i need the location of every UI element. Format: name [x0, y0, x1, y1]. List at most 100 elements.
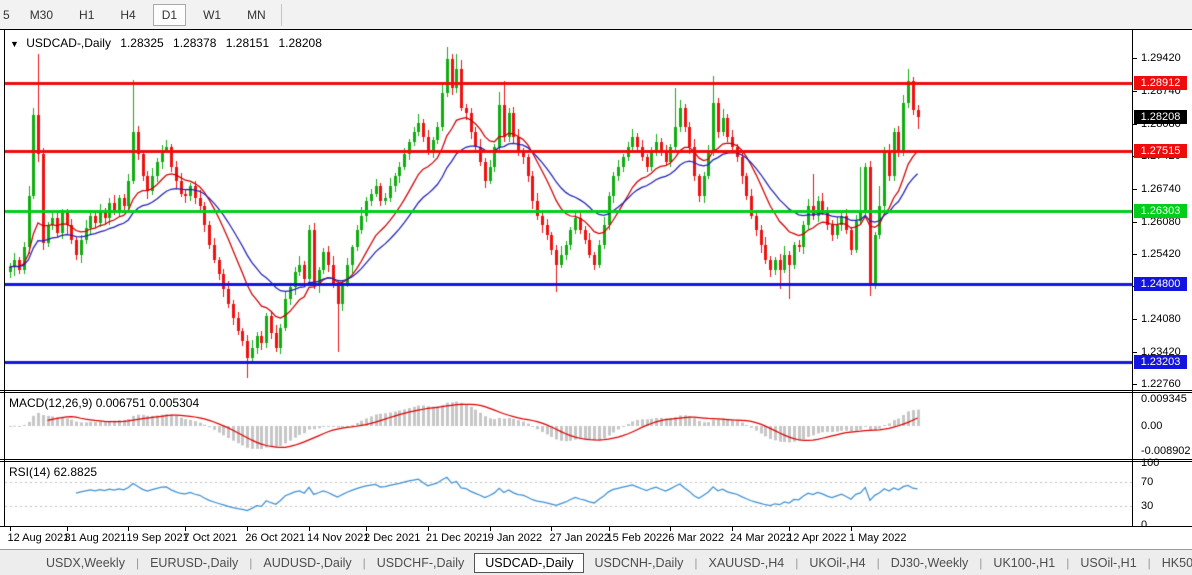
timeframe-toolbar: 5 M30 H1 H4 D1 W1 MN — [0, 0, 1192, 29]
chart-tab-dj30[interactable]: DJ30-,Weekly — [881, 553, 979, 573]
date-tick-label: 9 Jan 2022 — [488, 532, 542, 544]
price-level-badge: 1.28912 — [1134, 76, 1187, 90]
toolbar-separator — [281, 4, 282, 26]
macd-axis-label: -0.008902 — [1141, 445, 1191, 457]
date-axis[interactable]: 12 Aug 202131 Aug 202119 Sep 20217 Oct 2… — [0, 527, 1192, 549]
price-tick-mark — [1133, 58, 1137, 59]
date-tick-label: 7 Oct 2021 — [183, 532, 237, 544]
price-tick-label: 1.29420 — [1141, 52, 1181, 64]
timeframe-m30-button[interactable]: M30 — [21, 4, 62, 26]
chart-title: ▼ USDCAD-,Daily 1.28325 1.28378 1.28151 … — [10, 36, 328, 50]
tab-divider: | — [1066, 556, 1069, 570]
rsi-axis-label: 70 — [1141, 476, 1153, 488]
tab-divider: | — [363, 556, 366, 570]
price-tick-label: 1.24080 — [1141, 313, 1181, 325]
price-tick-mark — [1133, 319, 1137, 320]
price-tick-label: 1.26740 — [1141, 183, 1181, 195]
price-level-badge: 1.28208 — [1134, 110, 1187, 124]
chart-tab-usoil[interactable]: USOil-,H1 — [1070, 553, 1146, 573]
date-tick-mark — [309, 527, 310, 531]
date-tick-mark — [490, 527, 491, 531]
tab-divider: | — [795, 556, 798, 570]
rsi-label: RSI(14) 62.8825 — [9, 465, 97, 479]
timeframe-w1-button[interactable]: W1 — [194, 4, 230, 26]
price-tick-mark — [1133, 254, 1137, 255]
rsi-axis-label: 30 — [1141, 500, 1153, 512]
date-tick-label: 21 Dec 2021 — [426, 532, 488, 544]
rsi-axis-label: 100 — [1141, 457, 1159, 469]
tab-divider: | — [1148, 556, 1151, 570]
chart-tab-uk100[interactable]: UK100-,H1 — [983, 553, 1065, 573]
price-tick-mark — [1133, 384, 1137, 385]
trading-terminal: 5 M30 H1 H4 D1 W1 MN ▼ USDCAD-,Daily 1.28325 … — [0, 0, 1192, 575]
chart-tab-usdcnh[interactable]: USDCNH-,Daily — [584, 553, 693, 573]
date-tick-mark — [789, 527, 790, 531]
timeframe-d1-button[interactable]: D1 — [153, 4, 186, 26]
tab-divider: | — [877, 556, 880, 570]
collapse-triangle-icon[interactable]: ▼ — [10, 39, 19, 49]
price-level-badge: 1.23203 — [1134, 355, 1187, 369]
tab-divider: | — [249, 556, 252, 570]
price-tick-label: 1.22760 — [1141, 378, 1181, 390]
chart-tab-hk50[interactable]: HK50-,H1 — [1152, 553, 1192, 573]
date-tick-label: 26 Oct 2021 — [245, 532, 305, 544]
tab-divider: | — [979, 556, 982, 570]
price-tick-mark — [1133, 189, 1137, 190]
date-tick-label: 19 Sep 2021 — [126, 532, 188, 544]
date-tick-label: 1 May 2022 — [849, 532, 906, 544]
date-tick-label: 12 Aug 2021 — [8, 532, 70, 544]
price-tick-mark — [1133, 352, 1137, 353]
price-level-badge: 1.27515 — [1134, 144, 1187, 158]
date-tick-mark — [185, 527, 186, 531]
chart-tab-usdcad[interactable]: USDCAD-,Daily — [474, 553, 584, 573]
price-tick-mark — [1133, 222, 1137, 223]
date-tick-mark — [609, 527, 610, 531]
date-tick-label: 6 Mar 2022 — [668, 532, 724, 544]
quote-low: 1.28151 — [226, 36, 269, 50]
date-tick-mark — [851, 527, 852, 531]
price-level-badge: 1.26303 — [1134, 204, 1187, 218]
date-tick-mark — [551, 527, 552, 531]
date-tick-mark — [128, 527, 129, 531]
quote-high: 1.28378 — [173, 36, 216, 50]
date-tick-label: 14 Nov 2021 — [307, 532, 369, 544]
chart-tab-xauusd[interactable]: XAUUSD-,H4 — [698, 553, 794, 573]
quote-open: 1.28325 — [120, 36, 163, 50]
chart-tab-audusd[interactable]: AUDUSD-,Daily — [253, 553, 361, 573]
timeframe-buttons: M30 H1 H4 D1 W1 MN — [21, 3, 275, 26]
timeframe-mn-button[interactable]: MN — [238, 4, 275, 26]
chart-tab-ukoil[interactable]: UKOil-,H4 — [799, 553, 875, 573]
date-tick-label: 24 Mar 2022 — [730, 532, 792, 544]
quote-close: 1.28208 — [279, 36, 322, 50]
price-level-badge: 1.24800 — [1134, 277, 1187, 291]
main-price-chart[interactable] — [5, 30, 1132, 390]
chart-tab-usdx[interactable]: USDX,Weekly — [36, 553, 135, 573]
date-tick-mark — [366, 527, 367, 531]
price-axis[interactable]: 1.294201.287401.280801.274201.267401.260… — [1133, 29, 1192, 527]
price-tick-mark — [1133, 91, 1137, 92]
date-tick-mark — [732, 527, 733, 531]
timeframe-h4-button[interactable]: H4 — [111, 4, 144, 26]
symbol-period-label: USDCAD-,Daily — [26, 36, 111, 50]
price-tick-label: 1.25420 — [1141, 248, 1181, 260]
macd-axis-label: 0.009345 — [1141, 393, 1187, 405]
date-tick-mark — [67, 527, 68, 531]
tab-divider: | — [694, 556, 697, 570]
date-tick-label: 2 Dec 2021 — [364, 532, 420, 544]
pane-border — [0, 390, 1192, 391]
timeframe-h1-button[interactable]: H1 — [70, 4, 103, 26]
date-tick-label: 27 Jan 2022 — [549, 532, 610, 544]
date-tick-mark — [247, 527, 248, 531]
macd-axis-label: 0.00 — [1141, 420, 1162, 432]
chart-tab-usdchf[interactable]: USDCHF-,Daily — [367, 553, 475, 573]
date-tick-mark — [670, 527, 671, 531]
date-tick-mark — [10, 527, 11, 531]
symbol-tabbar: USDX,Weekly|EURUSD-,Daily|AUDUSD-,Daily|… — [0, 549, 1192, 575]
date-tick-label: 12 Apr 2022 — [787, 532, 846, 544]
chart-tab-eurusd[interactable]: EURUSD-,Daily — [140, 553, 248, 573]
macd-label: MACD(12,26,9) 0.006751 0.005304 — [9, 396, 199, 410]
date-tick-label: 31 Aug 2021 — [65, 532, 127, 544]
rsi-indicator-chart[interactable] — [5, 462, 1132, 526]
pane-border — [0, 459, 1192, 460]
timeframe-m5-button[interactable]: 5 — [0, 4, 19, 26]
